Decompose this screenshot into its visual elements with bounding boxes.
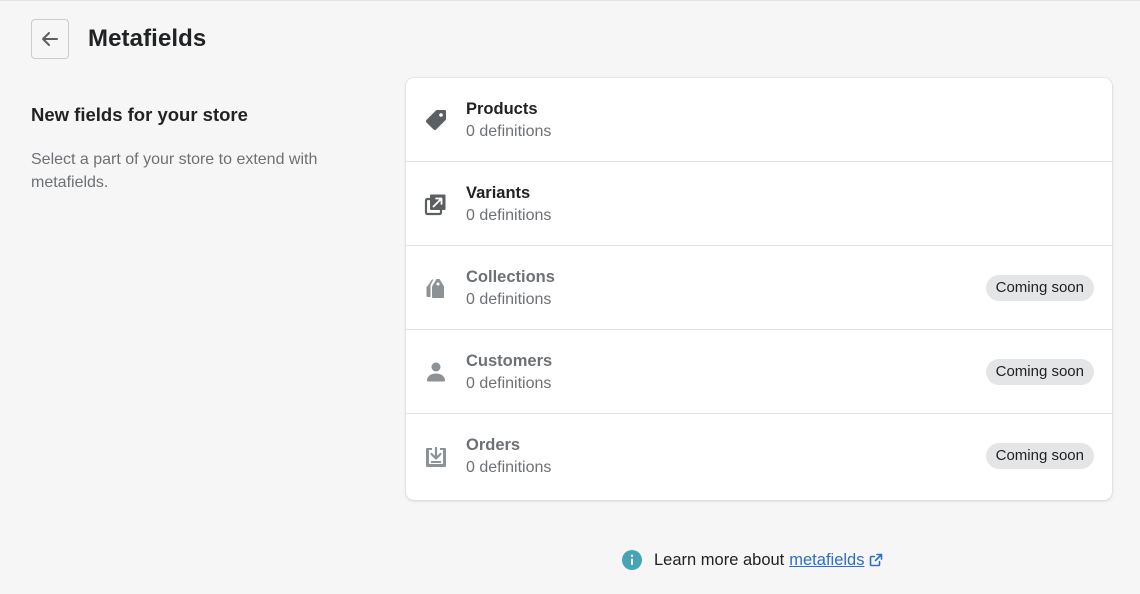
resource-text: Variants 0 definitions: [466, 183, 551, 226]
coming-soon-badge: Coming soon: [985, 275, 1094, 301]
resource-row-products[interactable]: Products 0 definitions: [406, 78, 1112, 162]
page-header: Metafields: [31, 18, 206, 60]
resource-row-variants[interactable]: Variants 0 definitions: [406, 162, 1112, 246]
page-title: Metafields: [88, 25, 207, 52]
resource-count: 0 definitions: [466, 207, 552, 224]
annotation-section: New fields for your store Select a part …: [31, 104, 371, 194]
resource-text: Orders 0 definitions: [466, 435, 551, 478]
metafields-link[interactable]: metafields: [789, 551, 864, 570]
resource-text: Collections 0 definitions: [466, 267, 555, 310]
resource-list-card: Products 0 definitions Variants 0 defini…: [406, 78, 1112, 500]
tag-icon: [424, 108, 448, 132]
annotation-description: Select a part of your store to extend wi…: [31, 151, 318, 191]
resource-row-customers: Customers 0 definitions Coming soon: [406, 330, 1112, 414]
orders-icon: [424, 445, 448, 469]
resource-name: Variants: [466, 184, 531, 202]
resource-row-orders: Orders 0 definitions Coming soon: [406, 414, 1112, 500]
footer-text: Learn more about: [654, 550, 785, 569]
variants-icon: [424, 192, 448, 216]
resource-count: 0 definitions: [466, 123, 552, 140]
customer-icon: [424, 360, 448, 384]
back-button[interactable]: [31, 19, 69, 59]
resource-name: Orders: [466, 436, 521, 454]
resource-name: Customers: [466, 352, 553, 370]
resource-count: 0 definitions: [466, 459, 552, 476]
resource-name: Collections: [466, 268, 555, 286]
resource-count: 0 definitions: [466, 375, 552, 392]
resource-count: 0 definitions: [466, 291, 552, 308]
arrow-left-icon: [40, 29, 60, 49]
footer-help: Learn more about metafields: [622, 548, 883, 572]
coming-soon-badge: Coming soon: [985, 443, 1094, 469]
resource-row-collections: Collections 0 definitions Coming soon: [406, 246, 1112, 330]
collections-icon: [424, 276, 448, 300]
external-link-icon[interactable]: [869, 553, 883, 567]
annotation-title: New fields for your store: [31, 104, 248, 125]
resource-text: Products 0 definitions: [466, 99, 551, 142]
coming-soon-badge: Coming soon: [985, 359, 1094, 385]
resource-name: Products: [466, 100, 538, 118]
info-icon: [622, 550, 642, 570]
resource-text: Customers 0 definitions: [466, 351, 552, 394]
